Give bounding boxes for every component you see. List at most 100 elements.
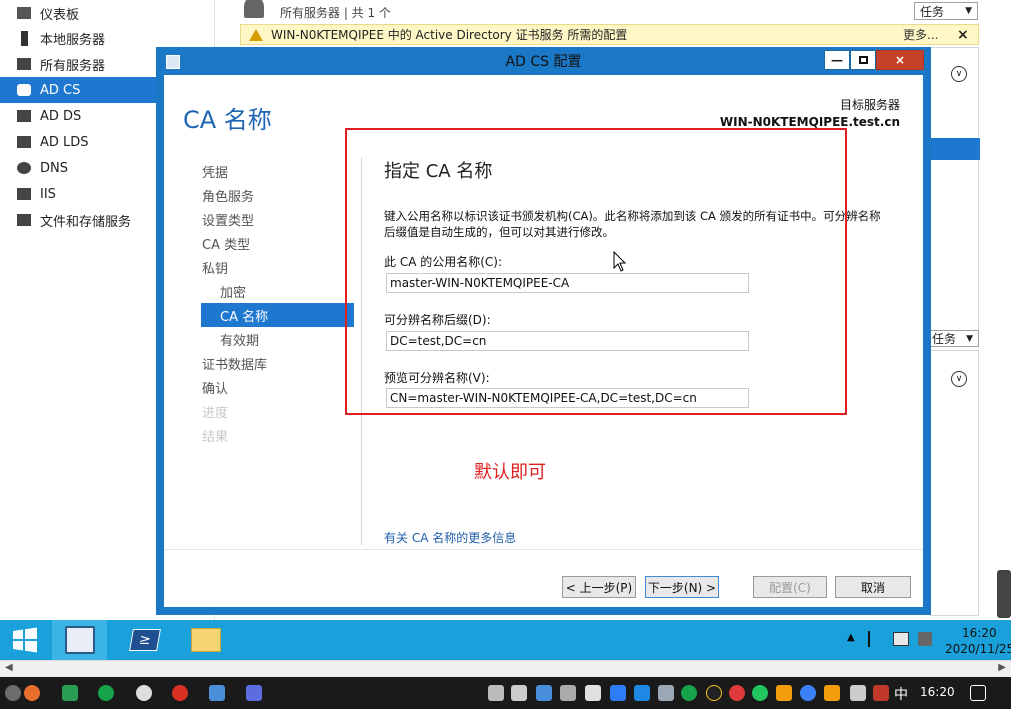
tray-app-icon-3[interactable] xyxy=(658,685,674,701)
sidebar-item-label: 仪表板 xyxy=(40,7,80,23)
horizontal-scrollbar[interactable]: ◀ ▶ xyxy=(0,660,1011,677)
printer-icon[interactable] xyxy=(511,685,527,701)
nav-private-key[interactable]: 私钥 xyxy=(201,255,354,279)
bluetooth-icon[interactable] xyxy=(800,685,816,701)
file-storage-icon xyxy=(14,212,34,228)
nav-ca-name[interactable]: CA 名称 xyxy=(201,303,354,327)
tray-app-icon-1[interactable] xyxy=(488,685,504,701)
volume-muted-icon[interactable] xyxy=(918,632,932,646)
expand-icon[interactable]: ∨ xyxy=(951,66,967,82)
package-icon[interactable] xyxy=(536,685,552,701)
server-manager-icon xyxy=(64,626,95,654)
header-subtitle: 所有服务器 | 共 1 个 xyxy=(280,6,391,20)
dashboard-icon xyxy=(14,5,34,21)
next-button-label: 下一步(N) > xyxy=(647,580,717,595)
sidebar-item-dashboard[interactable]: 仪表板 xyxy=(0,0,215,26)
sidebar-item-label: 文件和存储服务 xyxy=(40,214,132,230)
tray-app-icon-8[interactable] xyxy=(873,685,889,701)
wechat-icon[interactable] xyxy=(752,685,768,701)
minimize-icon: — xyxy=(831,53,843,67)
maximize-button[interactable] xyxy=(850,50,876,70)
target-server-label: 目标服务器 xyxy=(839,98,900,112)
nav-label: CA 类型 xyxy=(202,237,251,253)
back-button[interactable]: < 上一步(P) xyxy=(562,576,636,598)
maximize-icon xyxy=(858,56,868,64)
tray-app-icon-2[interactable] xyxy=(634,685,650,701)
chevron-down-icon: ▼ xyxy=(966,333,973,344)
nav-role-services[interactable]: 角色服务 xyxy=(201,183,354,207)
tasks-dropdown[interactable]: 任务 ▼ xyxy=(914,2,978,20)
dialog-titlebar: AD CS 配置 xyxy=(156,47,931,75)
start-button[interactable] xyxy=(0,620,50,660)
tasks-dropdown-label-2: 任务 xyxy=(932,332,957,346)
host-clock[interactable]: 16:20 xyxy=(920,685,955,699)
network-icon[interactable] xyxy=(893,632,909,646)
local-server-icon xyxy=(14,30,34,46)
vm-app-icon[interactable] xyxy=(62,685,78,701)
tray-app-icon-6[interactable] xyxy=(776,685,792,701)
notification-center-icon[interactable] xyxy=(970,685,986,701)
nav-results: 结果 xyxy=(201,423,354,447)
right-panel-2: ∨ xyxy=(930,350,979,616)
nav-ca-type[interactable]: CA 类型 xyxy=(201,231,354,255)
dialog-title: AD CS 配置 xyxy=(505,54,582,70)
more-link[interactable]: 更多... xyxy=(903,26,938,43)
nav-confirmation[interactable]: 确认 xyxy=(201,375,354,399)
minimize-button[interactable]: — xyxy=(824,50,850,70)
nav-label: 设置类型 xyxy=(202,213,255,229)
tray-app-icon-5[interactable] xyxy=(729,685,745,701)
tray-app-icon-4[interactable] xyxy=(681,685,697,701)
file-explorer-taskbar-button[interactable] xyxy=(178,620,233,660)
red-app-icon[interactable] xyxy=(172,685,188,701)
server-manager-taskbar-button[interactable] xyxy=(52,620,107,660)
back-button-label: < 上一步(P) xyxy=(565,580,633,595)
scroll-left-icon[interactable]: ◀ xyxy=(5,662,13,673)
sidebar-item-label: 本地服务器 xyxy=(40,32,106,48)
clock-date[interactable]: 2020/11/25 xyxy=(945,642,1011,656)
close-icon: × xyxy=(894,53,906,67)
firefox-icon[interactable] xyxy=(24,685,40,701)
show-hidden-icons-icon[interactable]: ▲ xyxy=(847,632,855,643)
nav-validity-period[interactable]: 有效期 xyxy=(201,327,354,351)
all-servers-icon xyxy=(14,56,34,72)
scroll-right-icon[interactable]: ▶ xyxy=(998,662,1006,673)
tray-app-icon-7[interactable] xyxy=(824,685,840,701)
qq-icon[interactable] xyxy=(706,685,722,701)
sidebar-item-label: IIS xyxy=(40,186,56,202)
app-icon xyxy=(166,55,180,69)
nav-credentials[interactable]: 凭据 xyxy=(201,159,354,183)
nav-cryptography[interactable]: 加密 xyxy=(201,279,354,303)
speaker-icon[interactable] xyxy=(560,685,576,701)
configure-button-label: 配置(C) xyxy=(769,580,811,595)
scrollbar-thumb[interactable] xyxy=(997,570,1011,618)
nav-label: 证书数据库 xyxy=(202,357,268,373)
target-server-name: WIN-N0KTEMQIPEE.test.cn xyxy=(719,115,900,129)
sidebar-item-label: 所有服务器 xyxy=(40,58,106,74)
action-center-flag-icon[interactable] xyxy=(868,631,882,647)
cancel-button[interactable]: 取消 xyxy=(835,576,911,598)
next-button[interactable]: 下一步(N) > xyxy=(645,576,719,598)
lightning-icon[interactable] xyxy=(610,685,626,701)
iis-icon xyxy=(14,186,34,202)
close-icon[interactable]: × xyxy=(957,27,969,43)
photos-icon[interactable] xyxy=(209,685,225,701)
search-icon[interactable] xyxy=(5,685,21,701)
nav-setup-type[interactable]: 设置类型 xyxy=(201,207,354,231)
nav-certificate-database[interactable]: 证书数据库 xyxy=(201,351,354,375)
green-app-icon[interactable] xyxy=(98,685,114,701)
page-title: CA 名称 xyxy=(183,106,272,134)
powershell-taskbar-button[interactable]: ≥ xyxy=(117,620,172,660)
expand-icon[interactable]: ∨ xyxy=(951,371,967,387)
word-app-icon[interactable] xyxy=(246,685,262,701)
close-button[interactable]: × xyxy=(876,50,924,70)
dialog-content: CA 名称 目标服务器 WIN-N0KTEMQIPEE.test.cn 凭据 角… xyxy=(164,75,923,607)
ime-indicator[interactable]: 中 xyxy=(894,684,908,704)
shield-icon[interactable] xyxy=(585,685,601,701)
settings-gear-icon[interactable] xyxy=(136,685,152,701)
tasks-dropdown-2[interactable]: 任务 ▼ xyxy=(926,330,979,347)
wifi-icon[interactable] xyxy=(850,685,866,701)
more-info-link[interactable]: 有关 CA 名称的更多信息 xyxy=(384,529,516,546)
folder-icon xyxy=(190,628,221,652)
right-panel-1: ∨ xyxy=(930,47,980,331)
clock-time[interactable]: 16:20 xyxy=(962,626,997,640)
